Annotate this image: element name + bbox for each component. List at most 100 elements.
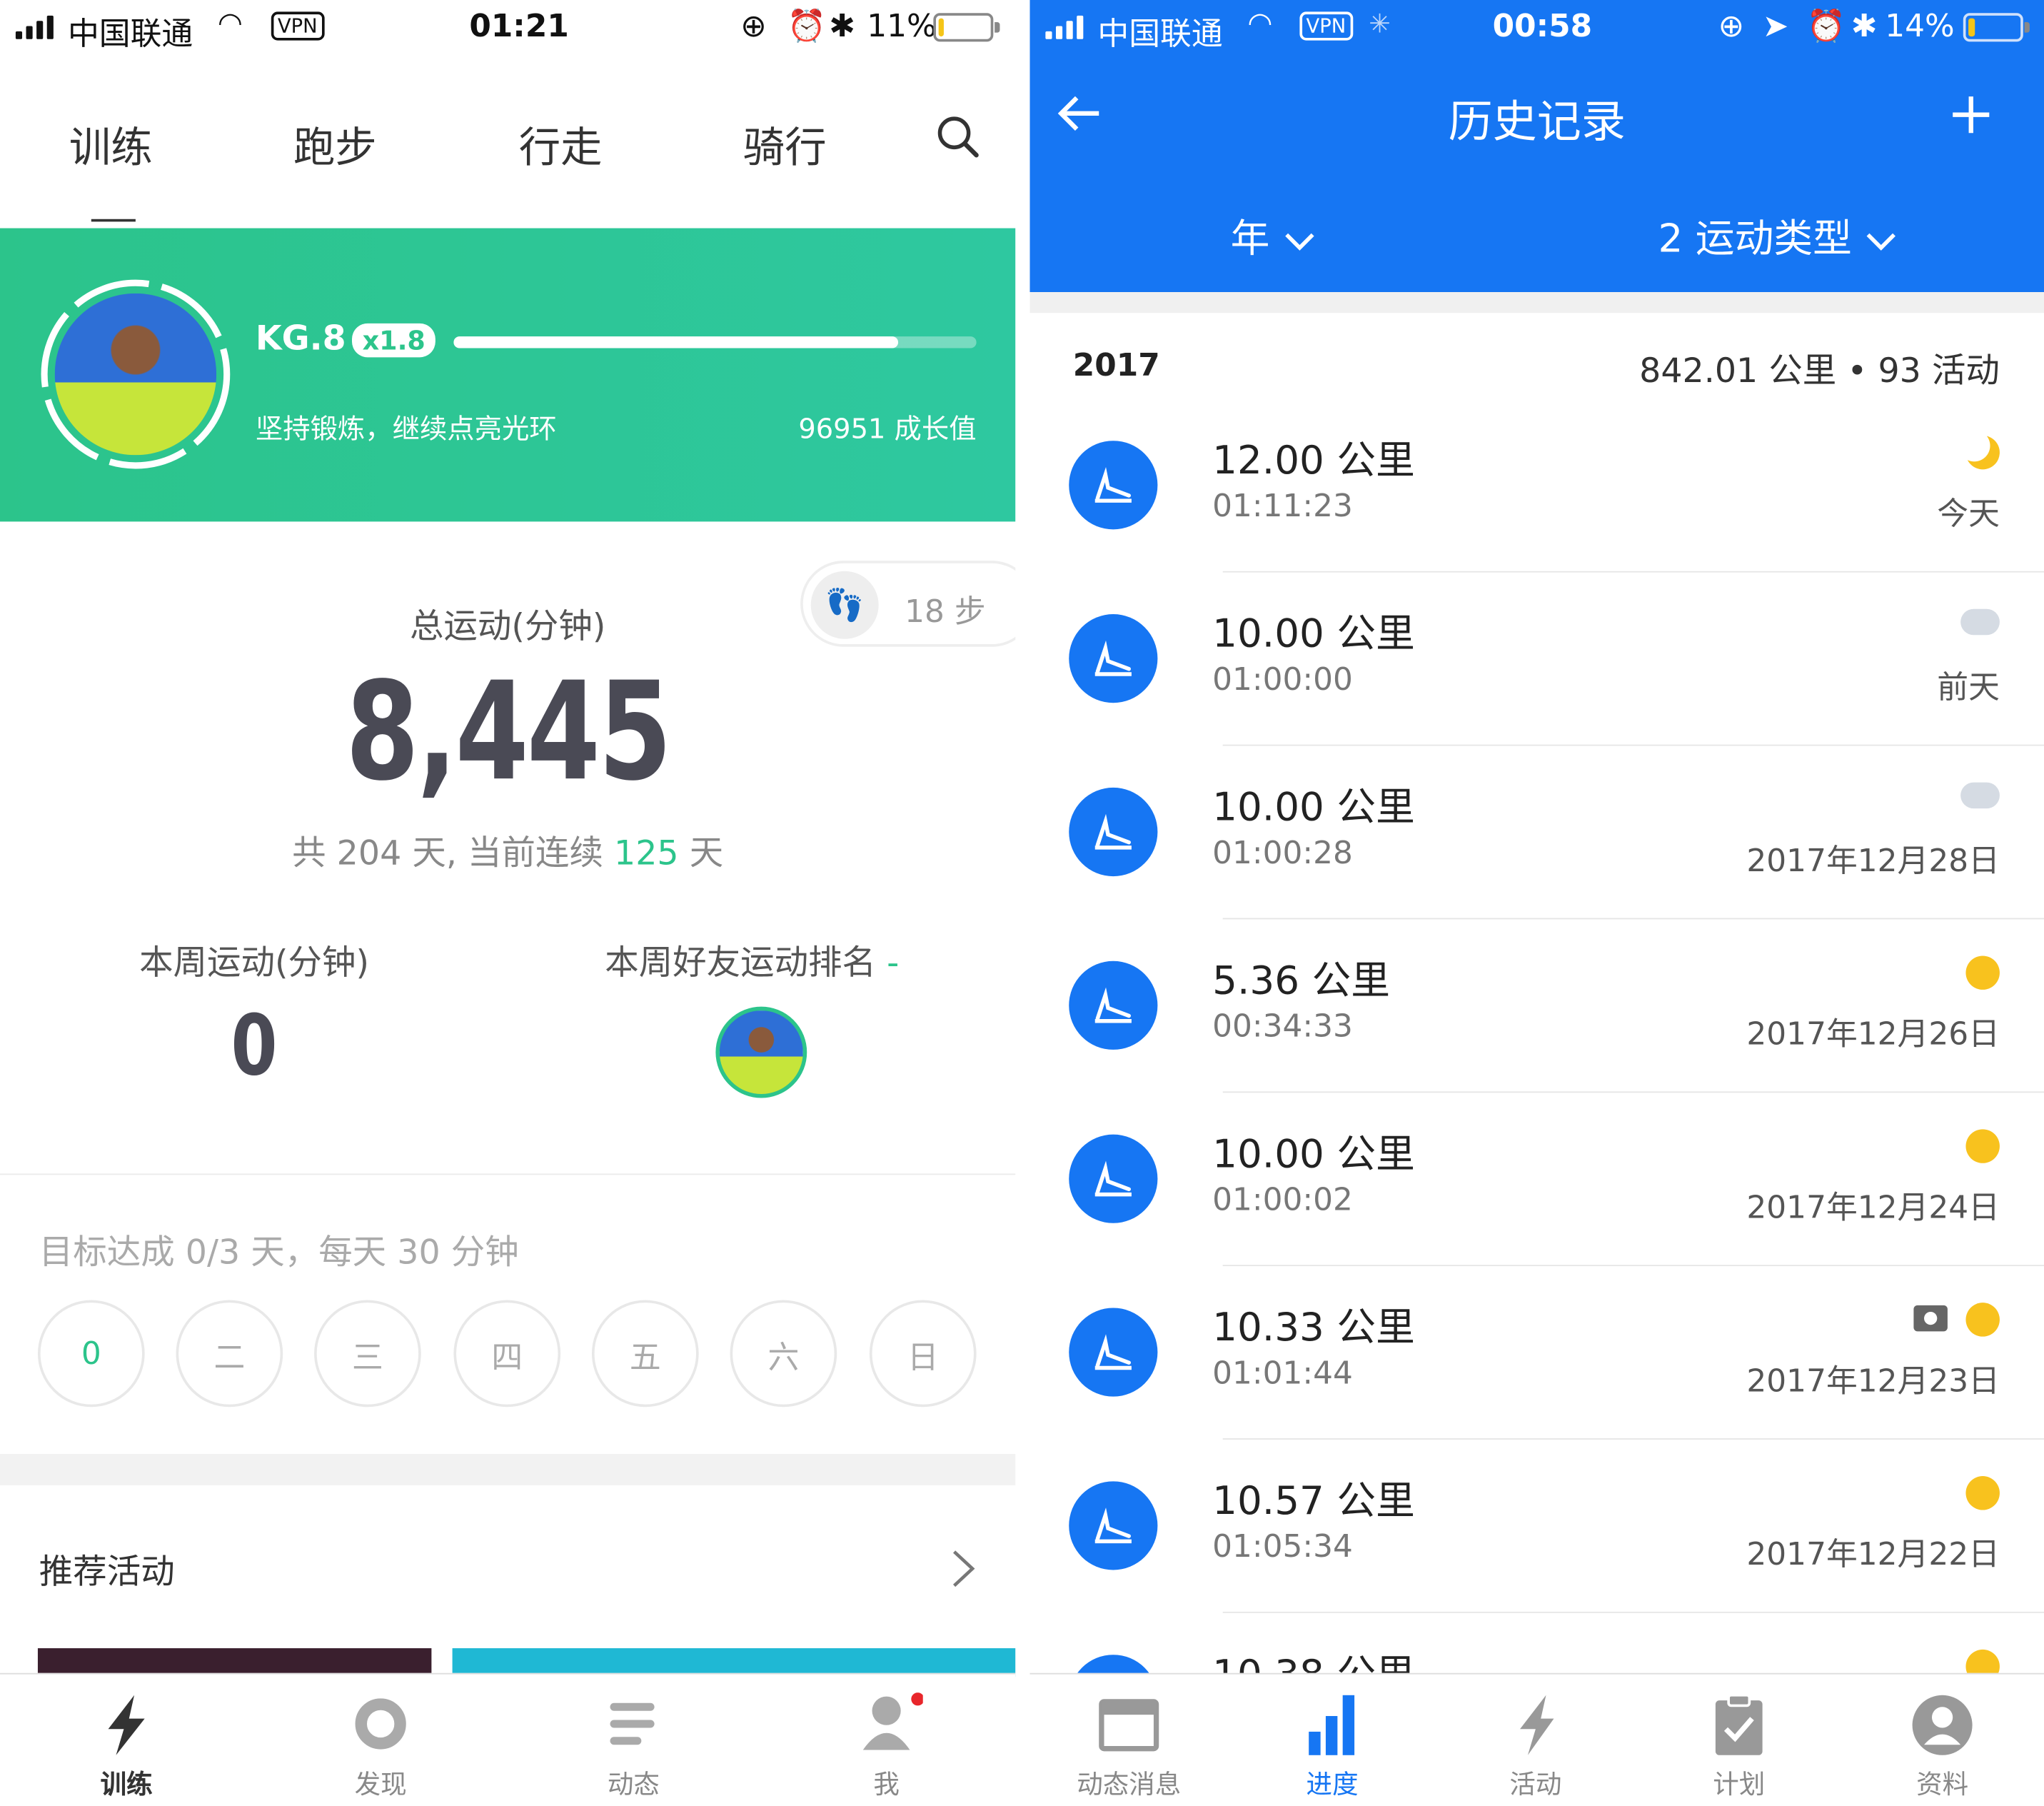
nav-label: 发现 — [354, 1768, 407, 1800]
day-circle-fri[interactable]: 五 — [591, 1300, 699, 1408]
activity-duration: 01:11:23 — [1212, 487, 1353, 525]
total-exercise-label: 总运动(分钟) — [409, 607, 606, 647]
activity-duration: 00:34:33 — [1212, 1008, 1353, 1045]
activity-date: 前天 — [1937, 668, 2000, 706]
tab-active-indicator — [91, 219, 136, 222]
day-circle-wed[interactable]: 三 — [314, 1300, 421, 1408]
person-icon — [862, 1692, 923, 1750]
battery-icon — [1963, 13, 2030, 42]
activity-row[interactable]: 12.00 公里 01:11:23 今天 — [1029, 399, 2044, 573]
weekly-rank-value: - — [887, 944, 900, 983]
level-label: KG.8 — [255, 319, 346, 359]
sun-icon — [1965, 955, 2000, 990]
wifi-icon: ◠ — [217, 7, 243, 41]
year-label: 2017 — [1072, 346, 1160, 383]
activity-duration: 01:00:28 — [1212, 834, 1353, 871]
keep-app-screen: 中国联通 ◠ VPN 01:21 ⊕ ⏰ ✱ 11% 训练 跑步 行走 骑行 K… — [0, 0, 1016, 1806]
activity-type-icon — [1069, 614, 1158, 703]
activity-duration: 01:01:44 — [1212, 1355, 1353, 1392]
tab-cycling[interactable]: 骑行 — [743, 115, 827, 175]
feed-icon — [1099, 1699, 1159, 1752]
search-icon[interactable] — [936, 115, 980, 159]
section-gap — [0, 1453, 1016, 1485]
signal-icon — [15, 15, 54, 39]
activity-distance: 5.36 公里 — [1212, 958, 1391, 1005]
activity-type-icon — [1069, 1481, 1158, 1570]
vpn-badge: VPN — [1299, 11, 1353, 41]
wifi-icon: ◠ — [1247, 7, 1273, 41]
activity-row[interactable]: 10.33 公里 01:01:44 2017年12月23日 — [1029, 1266, 2044, 1440]
activity-row[interactable]: 10.00 公里 01:00:28 2017年12月28日 — [1029, 746, 2044, 920]
list-icon — [610, 1702, 655, 1745]
activity-distance: 10.00 公里 — [1212, 785, 1415, 831]
bottom-nav: 动态消息 进度 活动 计划 资料 — [1029, 1672, 2044, 1806]
divider — [0, 1173, 1016, 1175]
nav-label: 资料 — [1916, 1768, 1969, 1800]
growth-value: 96951 成长值 — [798, 413, 977, 445]
battery-percent: 14% — [1885, 7, 1955, 45]
location-icon: ➤ — [1762, 7, 1789, 45]
alarm-icon: ⏰ — [787, 7, 827, 45]
nav-label: 我 — [873, 1768, 900, 1800]
status-bar: 中国联通 ◠ VPN ✳ 00:58 ⊕ ➤ ⏰ ✱ 14% — [1029, 0, 2044, 57]
activity-row[interactable]: 5.36 公里 00:34:33 2017年12月26日 — [1029, 919, 2044, 1093]
activity-distance: 10.33 公里 — [1212, 1305, 1415, 1351]
activity-type-icon — [1069, 441, 1158, 530]
add-icon[interactable] — [1950, 94, 1992, 135]
clipboard-icon — [1715, 1693, 1763, 1755]
day-circle-sat[interactable]: 六 — [730, 1300, 837, 1408]
recommend-title[interactable]: 推荐活动 — [39, 1545, 175, 1594]
activity-date: 2017年12月24日 — [1746, 1189, 2000, 1226]
activity-date: 2017年12月22日 — [1746, 1536, 2000, 1573]
alarm-icon: ⏰ — [1806, 7, 1846, 45]
strava-history-screen: 中国联通 ◠ VPN ✳ 00:58 ⊕ ➤ ⏰ ✱ 14% 历史记录 年 2 … — [1029, 0, 2044, 1806]
lock-rotation-icon: ⊕ — [1718, 7, 1745, 45]
activity-distance: 10.00 公里 — [1212, 611, 1415, 658]
friend-avatar[interactable] — [715, 1006, 807, 1098]
page-title: 历史记录 — [1448, 96, 1626, 149]
ring-icon — [355, 1698, 406, 1750]
loading-icon: ✳ — [1369, 7, 1391, 39]
lightning-icon — [1519, 1695, 1554, 1755]
tab-running[interactable]: 跑步 — [293, 115, 377, 175]
moon-icon — [1965, 435, 2000, 470]
battery-icon — [933, 13, 1000, 42]
nav-label: 进度 — [1306, 1768, 1359, 1800]
day-circle-sun[interactable]: 日 — [869, 1300, 977, 1408]
activity-row[interactable]: 10.57 公里 01:05:34 2017年12月22日 — [1029, 1440, 2044, 1613]
activity-date: 2017年12月28日 — [1746, 842, 2000, 879]
period-filter[interactable]: 年 — [1231, 206, 1316, 264]
activity-row[interactable]: 10.00 公里 01:00:00 前天 — [1029, 573, 2044, 746]
camera-icon — [1913, 1305, 1948, 1332]
activity-type-icon — [1069, 960, 1158, 1050]
activity-duration: 01:00:02 — [1212, 1181, 1353, 1218]
weekly-rank-text: 本周好友运动排名 — [605, 944, 877, 983]
panel-divider — [1015, 0, 1030, 1806]
lock-rotation-icon: ⊕ — [740, 7, 767, 45]
section-gap — [1029, 292, 2044, 313]
activity-type-icon — [1069, 787, 1158, 877]
avatar[interactable] — [54, 293, 217, 456]
tab-walking[interactable]: 行走 — [519, 115, 603, 175]
day-circle-thu[interactable]: 四 — [453, 1300, 561, 1408]
bar-chart-icon — [1309, 1695, 1355, 1755]
activity-row[interactable]: 10.00 公里 01:00:02 2017年12月24日 — [1029, 1093, 2044, 1267]
summary-prefix: 共 204 天, 当前连续 — [292, 834, 615, 874]
activity-distance: 10.57 公里 — [1212, 1478, 1415, 1525]
streak-days: 125 — [614, 834, 679, 874]
profile-banner[interactable]: KG.8 x1.8 坚持锻炼，继续点亮光环 96951 成长值 — [0, 228, 1016, 522]
lightning-icon — [108, 1695, 145, 1755]
status-time: 00:58 — [1492, 7, 1593, 45]
type-filter[interactable]: 2 运动类型 — [1658, 206, 1898, 264]
activity-duration: 01:05:34 — [1212, 1528, 1353, 1565]
chevron-right-icon[interactable] — [947, 1547, 978, 1591]
activity-duration: 01:00:00 — [1212, 661, 1353, 698]
day-circle-tue[interactable]: 二 — [176, 1300, 283, 1408]
tab-training[interactable]: 训练 — [69, 115, 153, 175]
cloud-icon — [1960, 608, 2000, 636]
bottom-nav: 训练 发现 动态 我 — [0, 1672, 1016, 1806]
nav-label: 动态 — [607, 1768, 660, 1800]
day-circle-mon[interactable]: 0 — [37, 1300, 145, 1408]
sun-icon — [1965, 1476, 2000, 1510]
multiplier-badge: x1.8 — [351, 323, 436, 358]
